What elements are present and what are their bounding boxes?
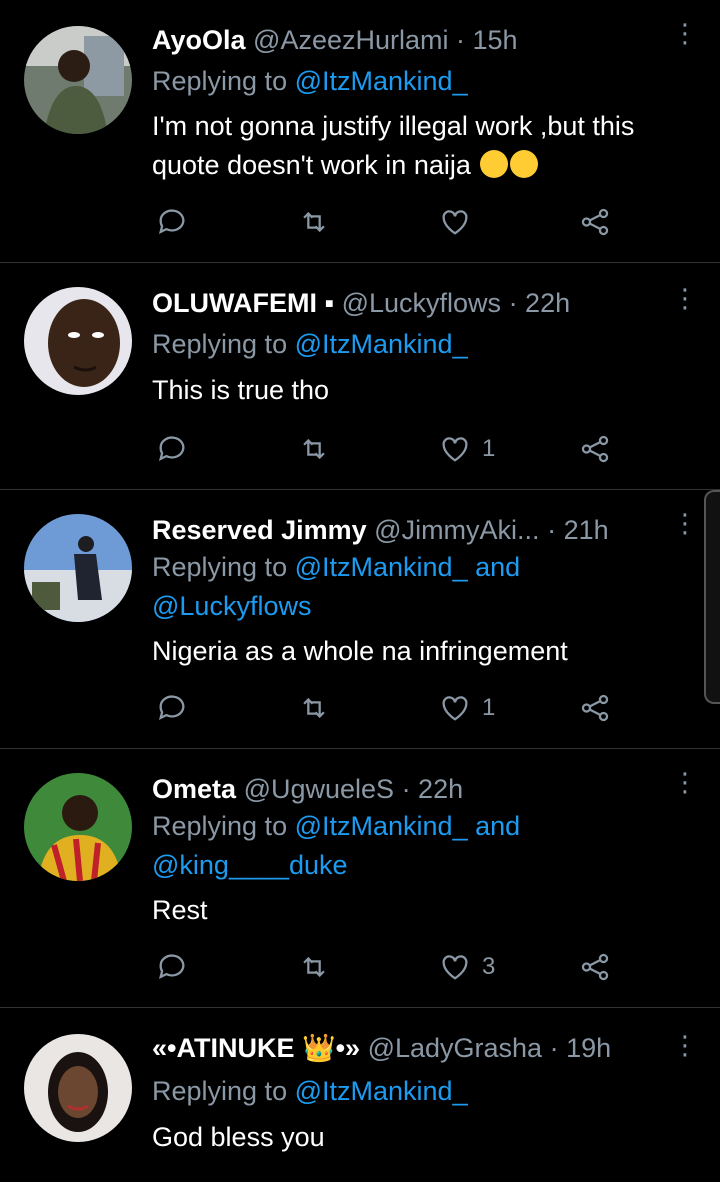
tweet-text: Nigeria as a whole na infringement <box>152 636 568 666</box>
display-name[interactable]: OLUWAFEMI ▪ <box>152 288 334 318</box>
user-handle[interactable]: @AzeezHurlami <box>253 25 448 55</box>
like-icon <box>442 955 468 980</box>
like-button[interactable]: 1 <box>438 429 495 469</box>
more-options-icon[interactable]: ⋮ <box>672 769 698 795</box>
mention-link[interactable]: @Luckyflows <box>152 587 311 625</box>
retweet-button[interactable] <box>297 202 331 242</box>
reply-button[interactable] <box>155 688 189 728</box>
display-name[interactable]: Ometa <box>152 774 236 804</box>
reply-icon <box>158 954 185 980</box>
user-handle[interactable]: @JimmyAki... <box>374 515 539 545</box>
replying-to: Replying to @ItzMankind_ and <box>152 807 520 845</box>
tweet[interactable]: Reserved Jimmy @JimmyAki... · 21h Replyi… <box>0 490 720 749</box>
tweet-text: Rest <box>152 895 208 925</box>
display-name[interactable]: Reserved Jimmy <box>152 515 367 545</box>
tweet-text-line2: quote doesn't work in naija <box>152 146 539 184</box>
replying-to: Replying to @ItzMankind_ and <box>152 548 520 586</box>
like-icon <box>442 210 468 235</box>
share-icon <box>581 694 609 722</box>
like-button[interactable]: 1 <box>438 688 495 728</box>
avatar[interactable] <box>24 287 132 395</box>
share-icon <box>581 208 609 236</box>
avatar[interactable] <box>24 773 132 881</box>
more-options-icon[interactable]: ⋮ <box>672 285 698 311</box>
replying-to: Replying to @ItzMankind_ <box>152 1072 468 1110</box>
like-icon <box>442 437 468 462</box>
mention-link[interactable]: @ItzMankind_ and <box>295 811 521 841</box>
share-button[interactable] <box>578 688 612 728</box>
more-options-icon[interactable]: ⋮ <box>672 1032 698 1058</box>
timestamp[interactable]: · 22h <box>509 288 571 318</box>
mention-link[interactable]: @ItzMankind_ <box>295 329 468 359</box>
display-name[interactable]: AyoOla <box>152 25 246 55</box>
user-handle[interactable]: @UgwueleS <box>244 774 394 804</box>
retweet-button[interactable] <box>297 429 331 469</box>
tweet-text: I'm not gonna justify illegal work ,but … <box>152 111 635 141</box>
timestamp[interactable]: · 22h <box>402 774 464 804</box>
timestamp[interactable]: · 15h <box>456 25 518 55</box>
scrollbar[interactable] <box>704 490 720 704</box>
like-button[interactable] <box>438 202 482 242</box>
tweet[interactable]: Ometa @UgwueleS · 22h Replying to @ItzMa… <box>0 749 720 1008</box>
mention-link[interactable]: @ItzMankind_ <box>295 1076 468 1106</box>
tweet-text-continued: quote doesn't work in naija <box>152 150 471 180</box>
avatar[interactable] <box>24 514 132 622</box>
tweet[interactable]: AyoOla @AzeezHurlami · 15h Replying to @… <box>0 0 720 263</box>
replying-to-label: Replying to <box>152 1076 288 1106</box>
avatar[interactable] <box>24 1034 132 1142</box>
retweet-icon <box>303 211 325 233</box>
replying-to-label: Replying to <box>152 66 288 96</box>
replying-to-label: Replying to <box>152 552 288 582</box>
share-icon <box>581 953 609 981</box>
timestamp[interactable]: · 19h <box>550 1033 612 1063</box>
share-button[interactable] <box>578 947 612 987</box>
mention-link[interactable]: @ItzMankind_ <box>295 66 468 96</box>
reply-icon <box>158 209 185 235</box>
reply-icon <box>158 695 185 721</box>
tweet-text: This is true tho <box>152 375 330 405</box>
tweet[interactable]: OLUWAFEMI ▪ @Luckyflows · 22h Replying t… <box>0 263 720 490</box>
reply-button[interactable] <box>155 429 189 469</box>
retweet-icon <box>303 697 325 719</box>
reply-icon <box>158 436 185 462</box>
tweet-text: God bless you <box>152 1122 325 1152</box>
timestamp[interactable]: · 21h <box>547 515 609 545</box>
reply-button[interactable] <box>155 947 189 987</box>
replying-to-label: Replying to <box>152 811 288 841</box>
mention-link[interactable]: @king____duke <box>152 846 348 884</box>
share-button[interactable] <box>578 429 612 469</box>
retweet-icon <box>303 956 325 978</box>
replying-to: Replying to @ItzMankind_ <box>152 62 468 100</box>
replying-to-label: Replying to <box>152 329 288 359</box>
retweet-icon <box>303 438 325 460</box>
more-options-icon[interactable]: ⋮ <box>672 510 698 536</box>
like-count: 1 <box>482 694 496 721</box>
user-handle[interactable]: @Luckyflows <box>342 288 501 318</box>
like-icon <box>442 696 468 721</box>
retweet-button[interactable] <box>297 688 331 728</box>
retweet-button[interactable] <box>297 947 331 987</box>
display-name[interactable]: «•ATINUKE 👑•» <box>152 1033 360 1063</box>
like-button[interactable]: 3 <box>438 947 495 987</box>
user-handle[interactable]: @LadyGrasha <box>368 1033 543 1063</box>
share-icon <box>581 435 609 463</box>
like-count: 3 <box>482 953 496 980</box>
replying-to: Replying to @ItzMankind_ <box>152 325 468 363</box>
weary-face-emoji-icon <box>480 150 509 178</box>
like-count: 1 <box>482 435 496 462</box>
weary-face-emoji-icon <box>510 150 539 178</box>
reply-button[interactable] <box>155 202 189 242</box>
tweet[interactable]: «•ATINUKE 👑•» @LadyGrasha · 19h Replying… <box>0 1008 720 1182</box>
mention-link[interactable]: @ItzMankind_ and <box>295 552 521 582</box>
avatar[interactable] <box>24 26 132 134</box>
share-button[interactable] <box>578 202 612 242</box>
more-options-icon[interactable]: ⋮ <box>672 20 698 46</box>
